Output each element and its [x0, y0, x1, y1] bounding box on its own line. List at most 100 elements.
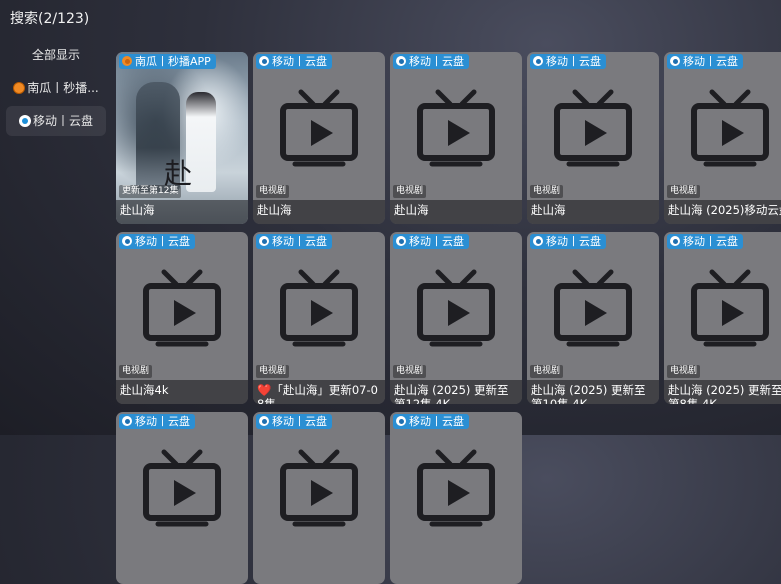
result-title: 赴山海	[116, 200, 248, 224]
tv-placeholder-icon	[688, 264, 772, 348]
poster-image: 赴	[116, 52, 248, 224]
source-label: 移动丨云盘	[409, 415, 464, 428]
result-title-text: 赴山海 (2025) 更新至第8集 4K	[668, 383, 781, 404]
result-title-text: 赴山海	[394, 203, 429, 217]
tv-placeholder-icon	[414, 444, 498, 528]
cloud-disk-icon	[259, 56, 269, 66]
status-badge: 电视剧	[393, 185, 427, 198]
source-tag: 移动丨云盘	[393, 54, 469, 69]
status-badge: 电视剧	[530, 365, 564, 378]
source-tag: 移动丨云盘	[667, 54, 743, 69]
result-title-text: ❤️「赴山海」更新07-08集	[257, 383, 378, 404]
source-tag: 南瓜丨秒播APP	[119, 54, 216, 69]
result-title-text: 赴山海 (2025)移动云盘	[668, 203, 781, 217]
result-card[interactable]: 移动丨云盘	[116, 412, 248, 584]
source-tag: 移动丨云盘	[119, 234, 195, 249]
tv-placeholder-icon	[551, 84, 635, 168]
result-title: 赴山海 (2025)移动云盘	[664, 200, 781, 224]
cloud-disk-icon	[259, 236, 269, 246]
pumpkin-icon	[13, 82, 26, 94]
source-tag: 移动丨云盘	[119, 414, 195, 429]
source-label: 南瓜丨秒播APP	[135, 55, 211, 68]
cloud-disk-icon	[670, 56, 680, 66]
source-label: 移动丨云盘	[272, 415, 327, 428]
source-label: 移动丨云盘	[272, 235, 327, 248]
status-badge: 电视剧	[256, 365, 290, 378]
result-card[interactable]: 移动丨云盘电视剧赴山海	[527, 52, 659, 224]
result-card[interactable]: 移动丨云盘电视剧赴山海 (2025) 更新至第10集 4K	[527, 232, 659, 404]
result-card[interactable]: 移动丨云盘电视剧赴山海 (2025)移动云盘	[664, 52, 781, 224]
source-label: 移动丨云盘	[409, 55, 464, 68]
result-title-text: 赴山海4k	[120, 383, 169, 397]
result-title-text: 赴山海 (2025) 更新至第12集 4K	[394, 383, 509, 404]
cloud-disk-icon	[18, 115, 31, 127]
source-tag: 移动丨云盘	[393, 414, 469, 429]
source-label: 移动丨云盘	[135, 235, 190, 248]
source-label: 移动丨云盘	[683, 235, 738, 248]
source-tag: 移动丨云盘	[530, 234, 606, 249]
result-card[interactable]: 移动丨云盘 电视剧 赴山海4k	[116, 232, 248, 404]
result-card[interactable]: 移动丨云盘电视剧赴山海 (2025) 更新至第8集 4K	[664, 232, 781, 404]
status-badge: 电视剧	[667, 365, 701, 378]
result-card[interactable]: 移动丨云盘电视剧赴山海 (2025) 更新至第12集 4K	[390, 232, 522, 404]
result-card[interactable]: 移动丨云盘	[390, 412, 522, 584]
result-card[interactable]: 赴南瓜丨秒播APP 更新至第12集 赴山海	[116, 52, 248, 224]
cloud-disk-icon	[533, 236, 543, 246]
source-tag: 移动丨云盘	[256, 234, 332, 249]
status-badge: 电视剧	[393, 365, 427, 378]
source-label: 移动丨云盘	[683, 55, 738, 68]
result-card[interactable]: 移动丨云盘 电视剧 赴山海	[253, 52, 385, 224]
cloud-disk-icon	[122, 416, 132, 426]
filter-all[interactable]: 全部显示	[6, 40, 106, 70]
source-label: 移动丨云盘	[135, 415, 190, 428]
result-title-text: 赴山海 (2025) 更新至第10集 4K	[531, 383, 646, 404]
result-title: 赴山海4k	[116, 380, 248, 404]
source-label: 移动丨云盘	[409, 235, 464, 248]
cloud-disk-icon	[122, 236, 132, 246]
tv-placeholder-icon	[414, 264, 498, 348]
cloud-disk-icon	[396, 56, 406, 66]
result-title: ❤️「赴山海」更新07-08集	[253, 380, 385, 404]
status-badge: 更新至第12集	[119, 185, 182, 198]
tv-placeholder-icon	[688, 84, 772, 168]
result-title-text: 赴山海	[120, 203, 155, 217]
source-tag: 移动丨云盘	[256, 54, 332, 69]
filter-label: 移动丨云盘	[32, 114, 93, 128]
result-card[interactable]: 移动丨云盘电视剧赴山海	[390, 52, 522, 224]
result-title: 赴山海	[253, 200, 385, 224]
result-title: 赴山海 (2025) 更新至第10集 4K	[527, 380, 659, 404]
source-tag: 移动丨云盘	[393, 234, 469, 249]
result-title: 赴山海	[527, 200, 659, 224]
filter-label: 全部显示	[31, 48, 80, 62]
source-tag: 移动丨云盘	[667, 234, 743, 249]
tv-placeholder-icon	[414, 84, 498, 168]
result-card[interactable]: 移动丨云盘电视剧 ❤️「赴山海」更新07-08集	[253, 232, 385, 404]
source-tag: 移动丨云盘	[530, 54, 606, 69]
cloud-disk-icon	[259, 416, 269, 426]
source-filter-sidebar: 全部显示 南瓜丨秒播... 移动丨云盘	[6, 40, 106, 139]
filter-nangua[interactable]: 南瓜丨秒播...	[6, 73, 106, 103]
result-card[interactable]: 移动丨云盘	[253, 412, 385, 584]
source-label: 移动丨云盘	[546, 235, 601, 248]
status-badge: 电视剧	[667, 185, 701, 198]
cloud-disk-icon	[396, 236, 406, 246]
source-label: 移动丨云盘	[546, 55, 601, 68]
cloud-disk-icon	[533, 56, 543, 66]
tv-placeholder-icon	[277, 264, 361, 348]
result-title: 赴山海 (2025) 更新至第8集 4K	[664, 380, 781, 404]
result-title: 赴山海 (2025) 更新至第12集 4K	[390, 380, 522, 404]
result-title: 赴山海	[390, 200, 522, 224]
tv-placeholder-icon	[140, 264, 224, 348]
source-tag: 移动丨云盘	[256, 414, 332, 429]
cloud-disk-icon	[396, 416, 406, 426]
status-badge: 电视剧	[530, 185, 564, 198]
tv-placeholder-icon	[277, 84, 361, 168]
result-title-text: 赴山海	[531, 203, 566, 217]
tv-placeholder-icon	[140, 444, 224, 528]
source-label: 移动丨云盘	[272, 55, 327, 68]
filter-yidong[interactable]: 移动丨云盘	[6, 106, 106, 136]
cloud-disk-icon	[670, 236, 680, 246]
filter-label: 南瓜丨秒播...	[27, 81, 99, 95]
tv-placeholder-icon	[551, 264, 635, 348]
pumpkin-icon	[122, 56, 132, 66]
